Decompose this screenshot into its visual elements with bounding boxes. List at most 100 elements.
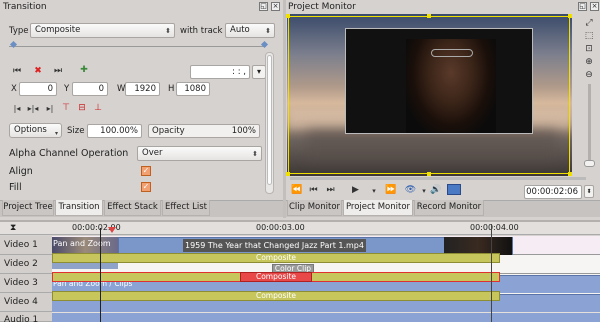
opacity-value: 100%: [231, 126, 256, 136]
align-bottom-icon[interactable]: ⊥: [92, 103, 104, 113]
zoom-fit-icon[interactable]: ⧗: [10, 223, 16, 233]
rewind-icon[interactable]: ⏪: [291, 185, 302, 195]
transition-scrollbar[interactable]: [265, 52, 274, 194]
y-label: Y: [64, 84, 70, 94]
track-header-audio1[interactable]: Audio 1: [0, 312, 52, 322]
align-right-icon[interactable]: ▸|: [44, 104, 56, 114]
transition-panel-title: Transition: [3, 2, 47, 12]
monitor-timecode-field[interactable]: 00:00:02:06: [524, 185, 582, 199]
with-track-label: with track: [180, 26, 223, 36]
resize-handle[interactable]: [568, 172, 572, 176]
tab-record-monitor[interactable]: Record Monitor: [414, 200, 484, 216]
resize-handle[interactable]: [427, 14, 431, 18]
type-select[interactable]: Composite ⬍: [30, 23, 175, 38]
updown-icon: ⬍: [265, 27, 271, 35]
transition-label-selected[interactable]: Composite: [240, 272, 312, 282]
timeline-ruler[interactable]: 00:00:02.00 00:00:03.00 00:00:04.00: [52, 222, 600, 235]
align-left-icon[interactable]: |◂: [11, 104, 23, 114]
opacity-label: Opacity: [152, 126, 185, 136]
fit-view-icon[interactable]: ⊡: [582, 44, 596, 54]
options-label: Options: [14, 125, 47, 135]
updown-icon: ⬍: [165, 27, 171, 35]
size-label: Size: [67, 126, 85, 136]
size-field[interactable]: 100.00%: [87, 124, 142, 138]
tab-project-tree[interactable]: Project Tree: [2, 200, 54, 216]
tab-effect-list[interactable]: Effect List: [162, 200, 210, 216]
resize-tool-icon[interactable]: ⬚: [582, 31, 596, 41]
keyframe-timecode-field[interactable]: : : ,: [190, 65, 250, 79]
monitor-ruler[interactable]: [290, 177, 586, 180]
w-field[interactable]: 1920: [125, 82, 160, 96]
opacity-slider[interactable]: Opacity 100%: [148, 124, 260, 138]
scrollbar-thumb[interactable]: [267, 55, 272, 185]
tab-transition[interactable]: Transition: [55, 200, 103, 216]
add-keyframe-icon[interactable]: ✚: [78, 65, 90, 75]
composite-selection-frame[interactable]: [288, 16, 570, 174]
y-field[interactable]: 0: [72, 82, 108, 96]
view-options-icon[interactable]: 👁: [404, 185, 417, 195]
zoom-in-icon[interactable]: ⊕: [582, 57, 596, 67]
timecode-spin-icon[interactable]: ⬍: [584, 185, 594, 198]
type-value: Composite: [35, 25, 81, 35]
float-icon[interactable]: ◱: [259, 2, 268, 11]
clip-label: Pan and Zoom: [53, 239, 111, 248]
track-header-video1[interactable]: Video 1: [0, 236, 52, 255]
track-header-video3[interactable]: Video 3: [0, 274, 52, 293]
close-icon[interactable]: ×: [271, 2, 280, 11]
forward-icon[interactable]: ⏩: [385, 185, 396, 195]
resize-handle[interactable]: [427, 172, 431, 176]
align-hcenter-icon[interactable]: ▸|◂: [27, 104, 39, 114]
align-label: Align: [9, 166, 33, 177]
fullscreen-icon[interactable]: [447, 184, 461, 195]
float-icon[interactable]: ◱: [578, 2, 587, 11]
with-track-select[interactable]: Auto ⬍: [225, 23, 275, 38]
transition-composite-v4[interactable]: Composite: [52, 291, 500, 301]
x-field[interactable]: 0: [19, 82, 57, 96]
ruler-label: 00:00:03.00: [256, 223, 305, 232]
keyframe-slider[interactable]: [9, 41, 266, 47]
playhead-line[interactable]: [100, 228, 101, 322]
transition-composite-v1[interactable]: Composite: [52, 253, 500, 263]
delete-keyframe-icon[interactable]: ✖: [32, 66, 44, 76]
with-track-value: Auto: [230, 25, 250, 35]
tab-effect-stack[interactable]: Effect Stack: [104, 200, 161, 216]
next-frame-icon[interactable]: ⏭: [325, 185, 336, 195]
scene-tools-icon[interactable]: ⤢: [582, 18, 596, 28]
ruler-label: 00:00:04.00: [470, 223, 519, 232]
fill-checkbox[interactable]: ✓: [141, 182, 151, 192]
alpha-channel-label: Alpha Channel Operation: [9, 148, 129, 159]
previous-keyframe-icon[interactable]: ⏮: [11, 66, 23, 76]
alpha-channel-select[interactable]: Over ⬍: [137, 146, 262, 161]
resize-handle[interactable]: [286, 172, 290, 176]
align-top-icon[interactable]: ⊤: [60, 103, 72, 113]
timecode-menu-icon[interactable]: ▾: [252, 65, 266, 79]
resize-handle[interactable]: [568, 14, 572, 18]
alpha-channel-value: Over: [142, 148, 163, 158]
zoom-slider-handle[interactable]: [584, 160, 595, 167]
play-icon[interactable]: ▶: [350, 185, 361, 195]
h-field[interactable]: 1080: [176, 82, 210, 96]
next-keyframe-icon[interactable]: ⏭: [52, 66, 64, 76]
dropdown-icon: ▾: [54, 130, 58, 137]
zoom-out-icon[interactable]: ⊖: [582, 70, 596, 80]
previous-frame-icon[interactable]: ⏮: [308, 185, 319, 195]
play-dropdown-icon[interactable]: ▾: [370, 186, 378, 196]
close-icon[interactable]: ×: [590, 2, 599, 11]
panel-splitter[interactable]: [283, 0, 286, 218]
clip-audio1[interactable]: [52, 313, 600, 322]
options-button[interactable]: Options ▾: [9, 123, 62, 138]
tab-clip-monitor[interactable]: Clip Monitor: [287, 200, 342, 216]
zoom-slider[interactable]: [588, 84, 591, 164]
resize-handle[interactable]: [286, 14, 290, 18]
tab-project-monitor[interactable]: Project Monitor: [343, 200, 413, 216]
track-header-video2[interactable]: Video 2: [0, 255, 52, 274]
align-vcenter-icon[interactable]: ⊟: [76, 103, 88, 113]
view-dropdown-icon[interactable]: ▾: [420, 186, 428, 196]
audio-icon[interactable]: 🔊: [430, 185, 441, 195]
track-header-video4[interactable]: Video 4: [0, 293, 52, 312]
type-label: Type: [9, 26, 29, 36]
zone-marker: [491, 224, 492, 322]
playhead-icon[interactable]: [108, 227, 116, 233]
h-label: H: [168, 84, 175, 94]
align-checkbox[interactable]: ✓: [141, 166, 151, 176]
